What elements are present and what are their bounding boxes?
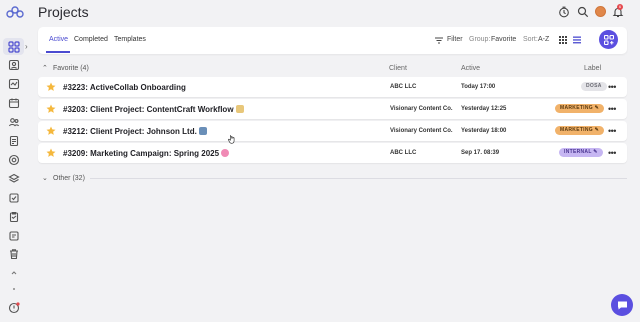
layers-icon[interactable] <box>7 172 21 186</box>
building-emoji-icon <box>198 127 207 135</box>
project-name[interactable]: #3212: Client Project: Johnson Ltd. <box>63 127 197 136</box>
grid-view-icon[interactable] <box>559 36 567 44</box>
clipboard-icon[interactable] <box>7 210 21 224</box>
projects-toolbar: Active Completed Templates Filter Group:… <box>38 27 627 54</box>
sidebar-separator-dot <box>13 288 15 290</box>
activity-icon[interactable] <box>7 77 21 91</box>
star-icon[interactable] <box>46 126 56 136</box>
star-icon[interactable] <box>46 104 56 114</box>
group-header-favorite[interactable]: ⌃ Favorite (4) Client Active Label <box>38 62 627 76</box>
chat-icon <box>617 301 627 310</box>
mouse-cursor-icon <box>228 135 235 144</box>
notification-badge: 6 <box>617 4 623 10</box>
chevron-up-icon[interactable]: ⌃ <box>42 64 48 72</box>
notes-icon[interactable] <box>7 229 21 243</box>
column-header-active[interactable]: Active <box>461 65 480 72</box>
more-options-icon[interactable]: ••• <box>608 148 616 158</box>
sort-value[interactable]: A-Z <box>538 36 549 43</box>
project-label-text: MARKETING <box>560 127 593 133</box>
project-active-date: Yesterday 12:25 <box>461 106 507 112</box>
project-client: ABC LLC <box>390 150 417 156</box>
chevron-down-icon[interactable]: ⌄ <box>42 174 48 182</box>
group-label-favorite: Favorite (4) <box>53 65 89 72</box>
project-row[interactable]: #3209: Marketing Campaign: Spring 2025 A… <box>38 143 627 163</box>
tab-active[interactable]: Active <box>49 36 68 43</box>
page-title: Projects <box>38 4 89 20</box>
flower-emoji-icon <box>221 149 230 157</box>
invoices-icon[interactable] <box>7 134 21 148</box>
activecollab-logo-icon[interactable] <box>6 5 24 19</box>
help-icon[interactable] <box>7 301 21 315</box>
project-active-date: Yesterday 18:00 <box>461 128 507 134</box>
estimates-icon[interactable] <box>7 153 21 167</box>
user-avatar[interactable] <box>595 6 606 17</box>
more-options-icon[interactable]: ••• <box>608 126 616 136</box>
group-label-other: Other (32) <box>53 175 85 182</box>
project-row[interactable]: #3203: Client Project: ContentCraft Work… <box>38 99 627 119</box>
support-chat-button[interactable] <box>611 294 633 316</box>
contacts-icon[interactable] <box>7 58 21 72</box>
group-divider <box>90 178 627 179</box>
project-label-badge[interactable]: INTERNAL ✎ <box>559 148 603 157</box>
project-label-badge[interactable]: DOSA <box>581 82 607 91</box>
project-name[interactable]: #3223: ActiveCollab Onboarding <box>63 83 186 92</box>
add-project-icon <box>603 34 614 45</box>
project-client: ABC LLC <box>390 84 417 90</box>
add-project-button[interactable] <box>599 30 618 49</box>
projects-grid-icon[interactable] <box>7 40 21 54</box>
project-active-date: Today 17:00 <box>461 84 496 90</box>
project-row[interactable]: #3223: ActiveCollab Onboarding ABC LLC T… <box>38 77 627 97</box>
trash-icon[interactable] <box>7 247 21 261</box>
tasks-icon[interactable] <box>7 191 21 205</box>
search-icon[interactable] <box>577 6 589 18</box>
timer-icon[interactable] <box>558 6 570 18</box>
star-icon[interactable] <box>46 148 56 158</box>
collapse-chevron-icon[interactable] <box>7 266 21 280</box>
project-name[interactable]: #3209: Marketing Campaign: Spring 2025 <box>63 149 219 158</box>
calendar-icon[interactable] <box>7 96 21 110</box>
sort-prefix[interactable]: Sort: <box>523 36 538 43</box>
more-options-icon[interactable]: ••• <box>608 82 616 92</box>
active-tab-indicator <box>46 51 70 53</box>
project-active-date: Sep 17. 08:39 <box>461 150 500 156</box>
star-icon[interactable] <box>46 82 56 92</box>
group-by-value[interactable]: Favorite <box>491 36 516 43</box>
project-label-badge[interactable]: MARKETING ✎ <box>555 126 605 135</box>
memo-emoji-icon <box>235 105 244 113</box>
project-name[interactable]: #3203: Client Project: ContentCraft Work… <box>63 105 234 114</box>
tab-completed[interactable]: Completed <box>74 36 108 43</box>
column-header-label[interactable]: Label <box>584 65 601 72</box>
project-label-badge[interactable]: MARKETING ✎ <box>555 104 605 113</box>
column-header-client[interactable]: Client <box>389 65 407 72</box>
more-options-icon[interactable]: ••• <box>608 104 616 114</box>
project-name-container: #3212: Client Project: Johnson Ltd. <box>63 127 207 136</box>
project-client: Visionary Content Co. <box>390 128 453 134</box>
sidebar-expand-chevron-icon[interactable]: › <box>25 42 28 51</box>
project-name-container: #3209: Marketing Campaign: Spring 2025 <box>63 149 230 158</box>
tab-templates[interactable]: Templates <box>114 36 146 43</box>
filter-button[interactable]: Filter <box>447 36 463 43</box>
group-by-prefix[interactable]: Group: <box>469 36 490 43</box>
project-client: Visionary Content Co. <box>390 106 453 112</box>
filter-icon[interactable] <box>435 37 443 44</box>
people-icon[interactable] <box>7 115 21 129</box>
project-label-text: INTERNAL <box>564 149 592 155</box>
project-label-text: MARKETING <box>560 105 593 111</box>
project-name-container: #3203: Client Project: ContentCraft Work… <box>63 105 244 114</box>
project-row[interactable]: #3212: Client Project: Johnson Ltd. Visi… <box>38 121 627 141</box>
sidebar: › <box>0 0 29 322</box>
list-view-icon[interactable] <box>573 36 581 44</box>
group-header-other[interactable]: ⌄ Other (32) <box>38 173 627 185</box>
